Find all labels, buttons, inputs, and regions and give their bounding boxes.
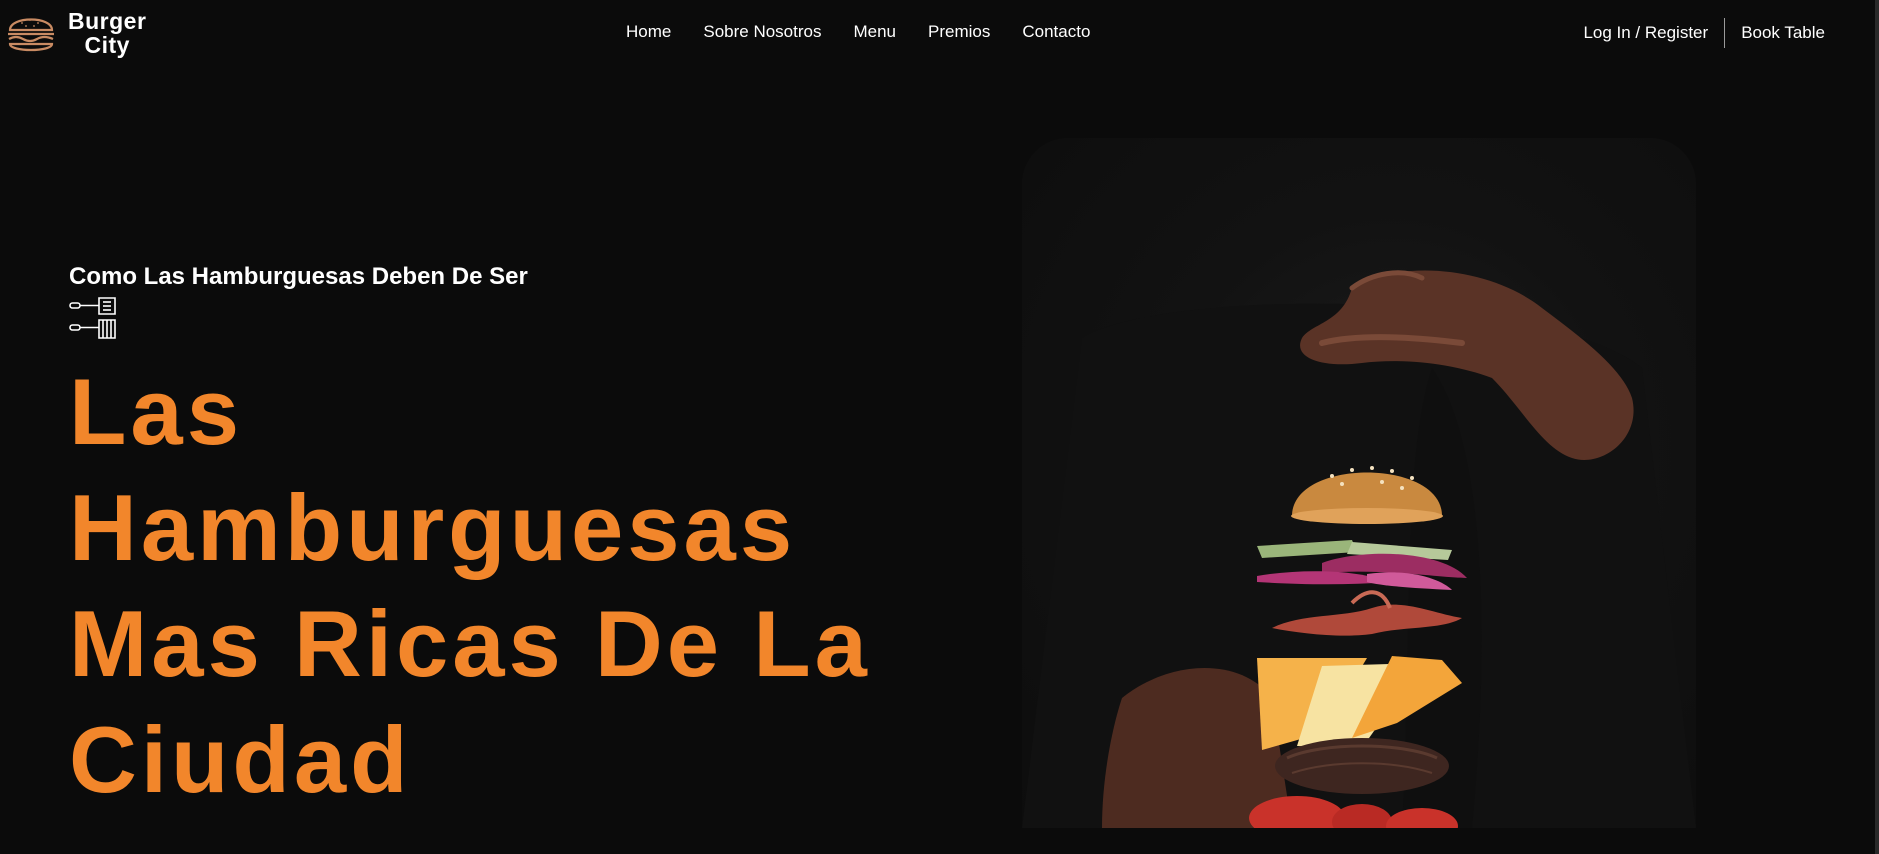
hero-title-line-4: Ciudad bbox=[69, 707, 412, 812]
hero-tagline: Como Las Hamburguesas Deben De Ser bbox=[69, 263, 528, 290]
brand-line-2: City bbox=[84, 32, 130, 58]
header-divider bbox=[1724, 18, 1726, 48]
hero-text: Como Las Hamburguesas Deben De Ser Las H… bbox=[69, 262, 929, 818]
nav-item-sobre-nosotros[interactable]: Sobre Nosotros bbox=[703, 22, 821, 42]
header-actions: Log In / Register Book Table bbox=[1583, 18, 1825, 48]
hero-title-line-3: Mas Ricas De La bbox=[69, 591, 871, 696]
hero-burger-image bbox=[1022, 138, 1696, 828]
scrollbar[interactable] bbox=[1875, 0, 1879, 854]
main-nav: Home Sobre Nosotros Menu Premios Contact… bbox=[626, 22, 1090, 42]
hero-title-line-1: Las bbox=[69, 359, 243, 464]
login-register-link[interactable]: Log In / Register bbox=[1583, 23, 1708, 43]
brand-line-1: Burger bbox=[68, 8, 147, 34]
site-header: Burger City Home Sobre Nosotros Menu Pre… bbox=[0, 0, 1875, 64]
nav-item-contacto[interactable]: Contacto bbox=[1022, 22, 1090, 42]
page: Burger City Home Sobre Nosotros Menu Pre… bbox=[0, 0, 1879, 854]
nav-item-premios[interactable]: Premios bbox=[928, 22, 990, 42]
hero-title: Las Hamburguesas Mas Ricas De La Ciudad bbox=[69, 354, 929, 818]
brand-name: Burger City bbox=[68, 9, 146, 57]
hero-title-line-2: Hamburguesas bbox=[69, 475, 797, 580]
book-table-link[interactable]: Book Table bbox=[1741, 23, 1825, 43]
spatula-icon bbox=[69, 297, 116, 339]
nav-item-menu[interactable]: Menu bbox=[853, 22, 896, 42]
floating-burger-illustration bbox=[1022, 270, 1696, 828]
nav-item-home[interactable]: Home bbox=[626, 22, 671, 42]
burger-logo-icon bbox=[8, 18, 54, 52]
brand-logo[interactable]: Burger City bbox=[4, 6, 146, 60]
